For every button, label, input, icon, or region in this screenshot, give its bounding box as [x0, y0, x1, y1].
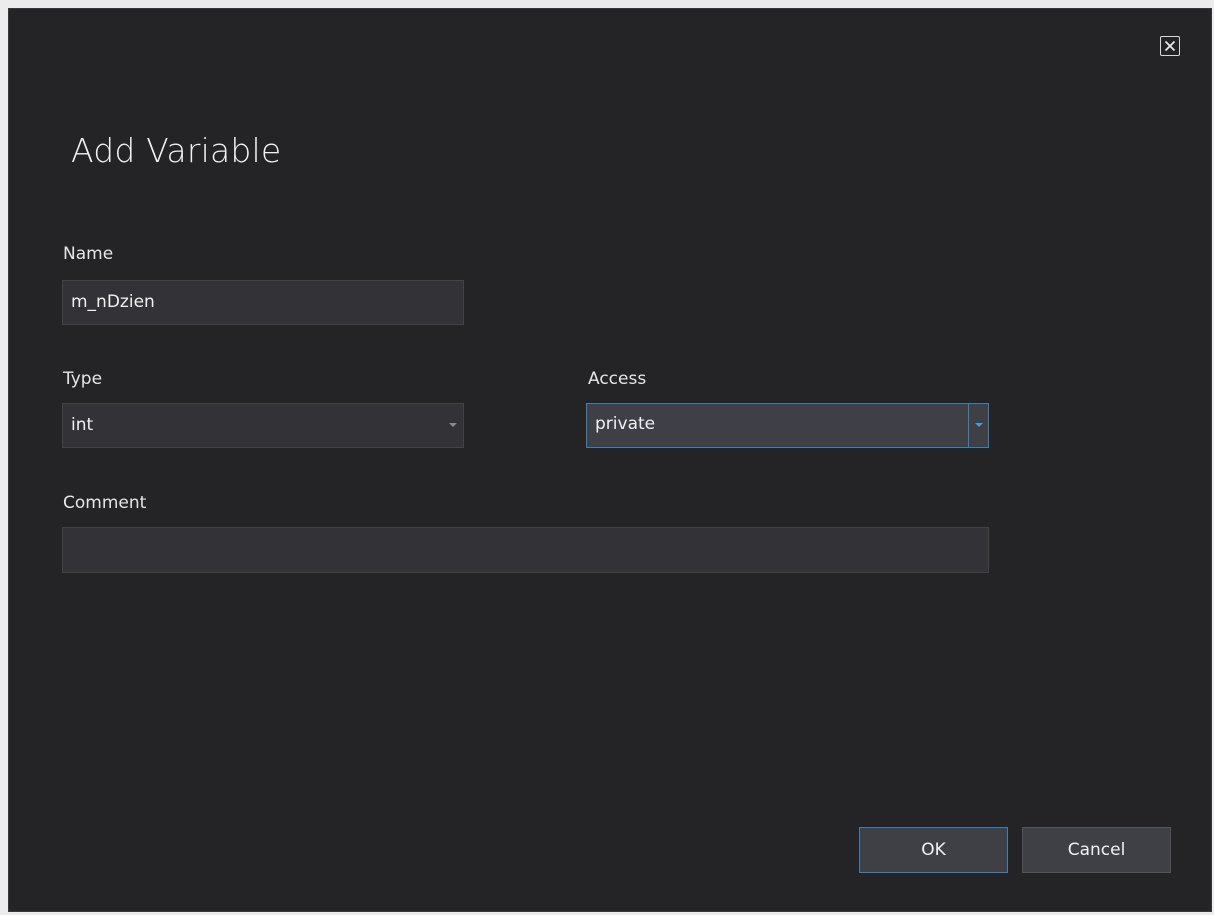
close-button[interactable]: [1160, 36, 1180, 56]
close-box-icon: [1164, 40, 1176, 52]
access-combobox-value: private: [595, 414, 656, 434]
comment-label: Comment: [63, 493, 147, 513]
name-label: Name: [63, 244, 114, 264]
chevron-down-icon: [449, 423, 457, 427]
ok-button-label: OK: [921, 840, 946, 860]
chevron-down-icon: [974, 423, 983, 427]
name-input-value: m_nDzien: [71, 292, 155, 312]
name-input[interactable]: m_nDzien: [62, 280, 464, 325]
type-dropdown-button[interactable]: [443, 404, 463, 447]
type-combobox-value: int: [71, 415, 94, 435]
comment-input[interactable]: [62, 527, 989, 573]
access-label: Access: [588, 369, 647, 389]
type-combobox[interactable]: int: [62, 403, 464, 448]
dialog-title: Add Variable: [71, 131, 282, 170]
cancel-button-label: Cancel: [1067, 840, 1126, 860]
ok-button[interactable]: OK: [859, 827, 1008, 873]
cancel-button[interactable]: Cancel: [1022, 827, 1171, 873]
add-variable-dialog: Add Variable Name m_nDzien Type int Acce…: [8, 8, 1212, 912]
access-combobox[interactable]: private: [586, 403, 989, 448]
access-dropdown-button[interactable]: [968, 404, 988, 447]
type-label: Type: [63, 369, 103, 389]
